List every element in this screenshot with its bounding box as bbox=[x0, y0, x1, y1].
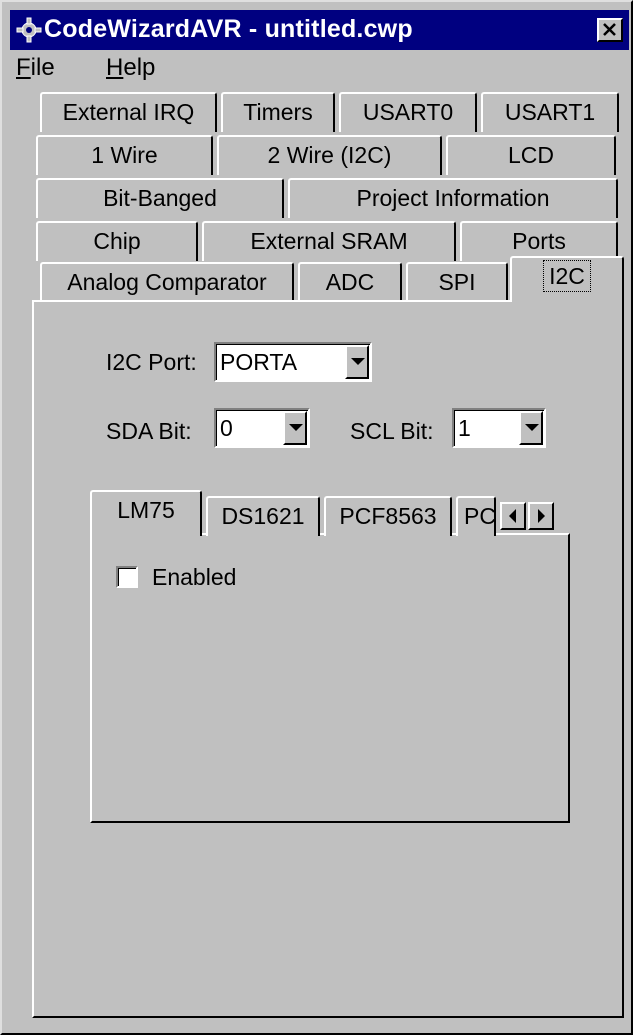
tab-external-irq[interactable]: External IRQ bbox=[40, 92, 217, 132]
tab-ds1621[interactable]: DS1621 bbox=[206, 496, 320, 536]
sda-bit-dropdown-button[interactable] bbox=[283, 411, 307, 445]
menu-bar: File Help bbox=[10, 50, 629, 88]
i2c-port-select[interactable]: PORTA bbox=[214, 342, 372, 382]
tab-project-information[interactable]: Project Information bbox=[288, 178, 618, 218]
scl-bit-value: 1 bbox=[458, 415, 471, 441]
close-button[interactable] bbox=[597, 18, 623, 42]
i2c-port-label: I2C Port: bbox=[106, 349, 197, 375]
gear-icon bbox=[16, 17, 42, 43]
tab-spi[interactable]: SPI bbox=[406, 262, 508, 302]
enabled-checkbox[interactable] bbox=[116, 566, 138, 588]
tab-ports[interactable]: Ports bbox=[460, 221, 618, 261]
scl-bit-select[interactable]: 1 bbox=[452, 408, 546, 448]
i2c-port-value: PORTA bbox=[220, 349, 298, 375]
i2c-port-dropdown-button[interactable] bbox=[345, 345, 369, 379]
chevron-down-icon bbox=[289, 424, 303, 431]
enabled-label: Enabled bbox=[152, 564, 237, 590]
menu-file[interactable]: File bbox=[16, 54, 55, 82]
sda-bit-select[interactable]: 0 bbox=[214, 408, 310, 448]
chevron-down-icon bbox=[525, 424, 539, 431]
tab-2-wire-i2c[interactable]: 2 Wire (I2C) bbox=[217, 135, 442, 175]
tab-lm75[interactable]: LM75 bbox=[90, 490, 202, 536]
tab-usart1[interactable]: USART1 bbox=[481, 92, 619, 132]
tab-lcd[interactable]: LCD bbox=[446, 135, 616, 175]
scl-bit-label: SCL Bit: bbox=[350, 418, 434, 444]
tab-bit-banged[interactable]: Bit-Banged bbox=[36, 178, 284, 218]
tab-analog-comparator[interactable]: Analog Comparator bbox=[40, 262, 294, 302]
sda-bit-label: SDA Bit: bbox=[106, 418, 192, 444]
tab-external-sram[interactable]: External SRAM bbox=[202, 221, 456, 261]
chevron-down-icon bbox=[351, 358, 365, 365]
tab-scroll-left-button[interactable] bbox=[500, 502, 526, 530]
scl-bit-dropdown-button[interactable] bbox=[519, 411, 543, 445]
tab-timers[interactable]: Timers bbox=[221, 92, 335, 132]
arrow-right-icon bbox=[538, 509, 545, 523]
tab-pc-truncated[interactable]: PC bbox=[456, 496, 496, 536]
sda-bit-value: 0 bbox=[220, 415, 233, 441]
tab-pcf8563[interactable]: PCF8563 bbox=[324, 496, 452, 536]
tab-scroll-right-button[interactable] bbox=[528, 502, 554, 530]
arrow-left-icon bbox=[509, 509, 516, 523]
window-title: CodeWizardAVR - untitled.cwp bbox=[44, 15, 413, 43]
tab-adc[interactable]: ADC bbox=[298, 262, 402, 302]
close-icon bbox=[603, 23, 616, 36]
tab-i2c[interactable]: I2C bbox=[510, 256, 624, 302]
tab-usart0[interactable]: USART0 bbox=[339, 92, 477, 132]
tab-chip[interactable]: Chip bbox=[36, 221, 198, 261]
title-bar[interactable]: CodeWizardAVR - untitled.cwp bbox=[10, 10, 629, 50]
tab-1-wire[interactable]: 1 Wire bbox=[36, 135, 213, 175]
menu-help[interactable]: Help bbox=[106, 54, 155, 82]
